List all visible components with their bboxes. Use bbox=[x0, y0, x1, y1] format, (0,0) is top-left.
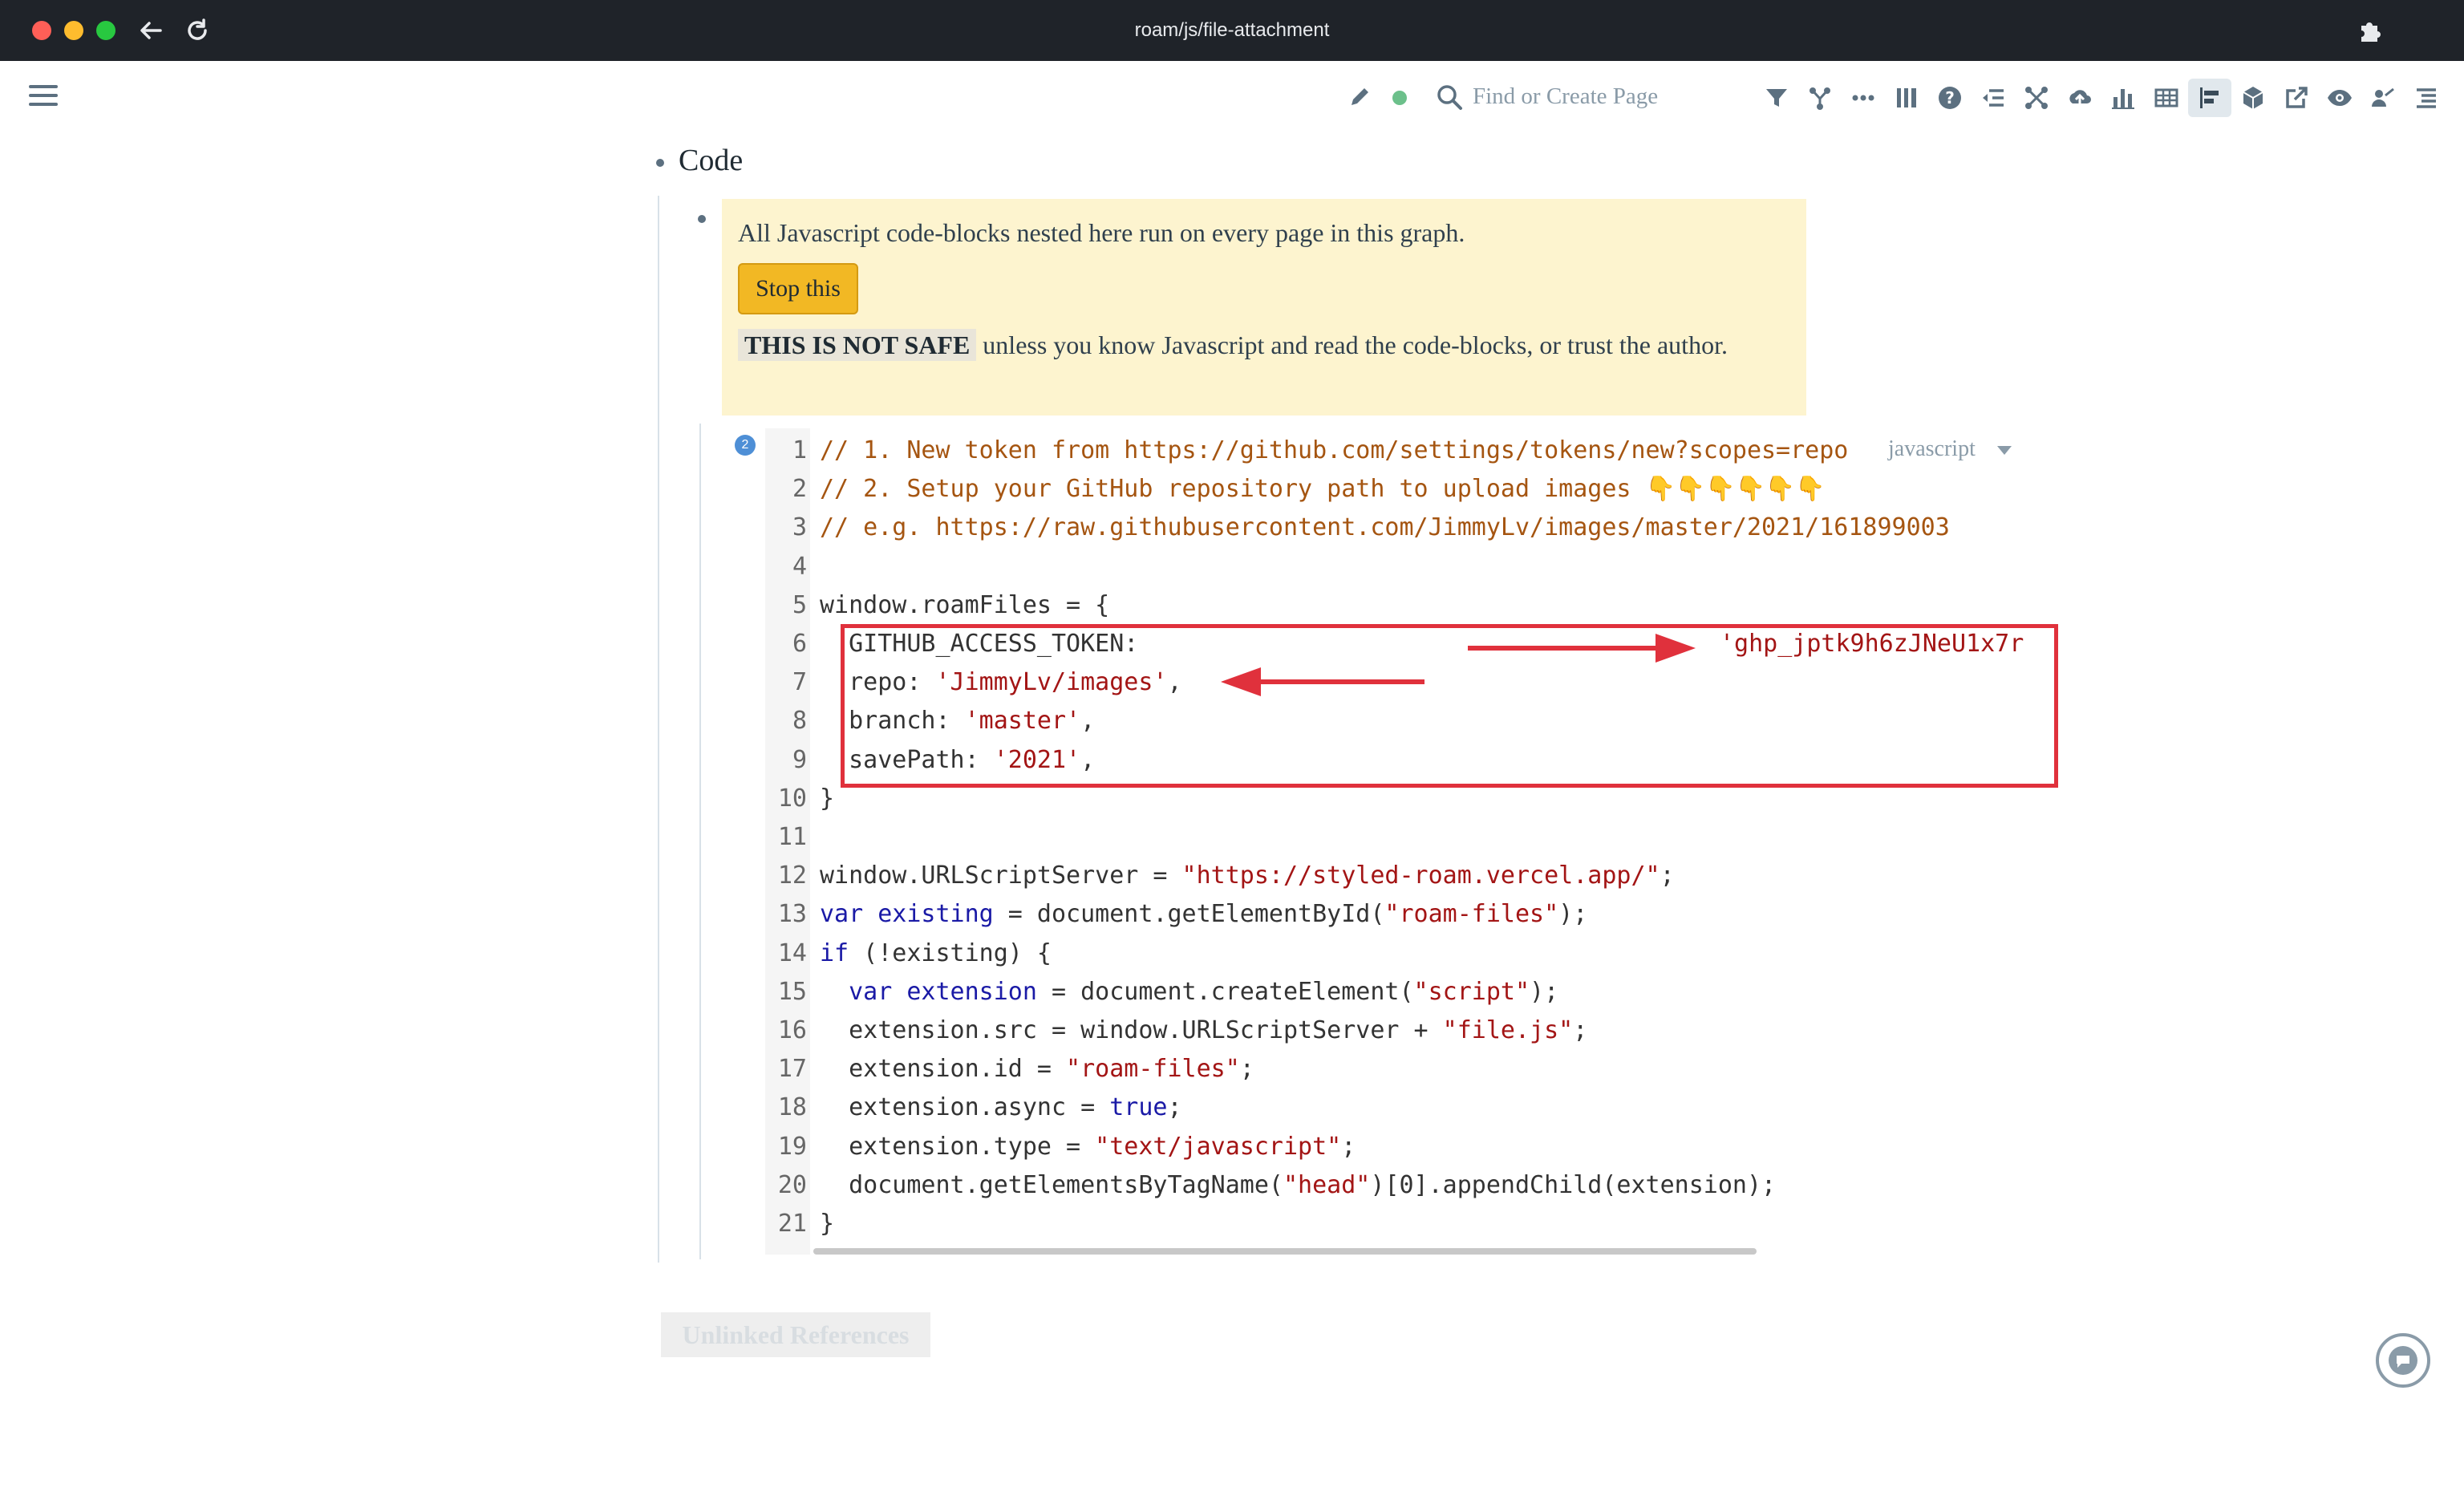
arrow-right-annotation bbox=[1468, 634, 1696, 663]
arrow-left-annotation bbox=[1221, 667, 1424, 696]
code-horizontal-scrollbar[interactable] bbox=[813, 1248, 1757, 1255]
chat-help-button[interactable] bbox=[2376, 1333, 2430, 1388]
annotation-arrows bbox=[1221, 634, 1696, 696]
unlinked-references-toggle[interactable]: Unlinked References bbox=[661, 1312, 930, 1357]
